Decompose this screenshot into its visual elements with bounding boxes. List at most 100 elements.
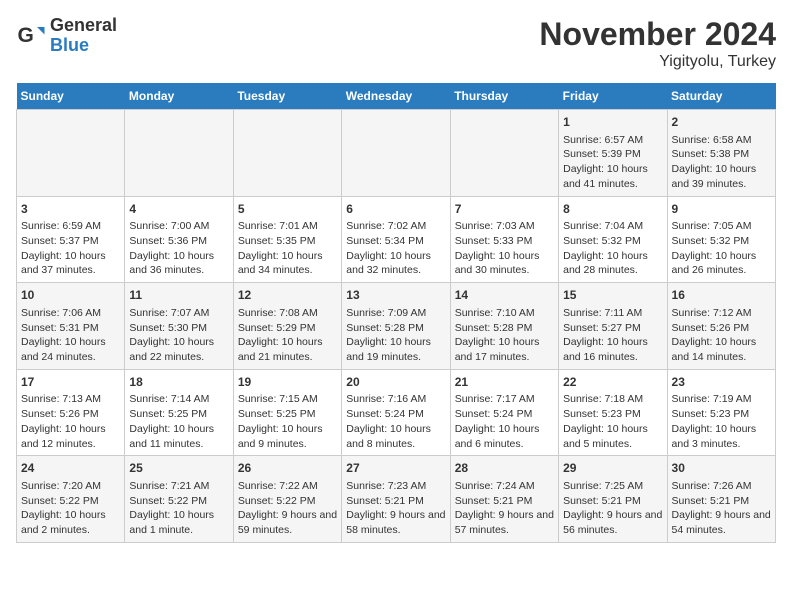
- day-info: Sunrise: 7:06 AM: [21, 306, 120, 321]
- calendar-cell: 26Sunrise: 7:22 AMSunset: 5:22 PMDayligh…: [233, 456, 341, 543]
- day-info: Daylight: 10 hours and 19 minutes.: [346, 335, 445, 364]
- calendar-cell: 15Sunrise: 7:11 AMSunset: 5:27 PMDayligh…: [559, 283, 667, 370]
- day-number: 2: [672, 114, 771, 131]
- calendar-cell: 25Sunrise: 7:21 AMSunset: 5:22 PMDayligh…: [125, 456, 233, 543]
- day-number: 16: [672, 287, 771, 304]
- calendar-cell: 18Sunrise: 7:14 AMSunset: 5:25 PMDayligh…: [125, 369, 233, 456]
- day-info: Daylight: 10 hours and 22 minutes.: [129, 335, 228, 364]
- day-info: Sunset: 5:30 PM: [129, 321, 228, 336]
- day-number: 7: [455, 201, 554, 218]
- day-info: Sunset: 5:34 PM: [346, 234, 445, 249]
- day-info: Sunset: 5:36 PM: [129, 234, 228, 249]
- day-number: 3: [21, 201, 120, 218]
- day-info: Sunrise: 7:23 AM: [346, 479, 445, 494]
- day-number: 18: [129, 374, 228, 391]
- day-info: Daylight: 10 hours and 32 minutes.: [346, 249, 445, 278]
- day-info: Daylight: 9 hours and 56 minutes.: [563, 508, 662, 537]
- day-info: Sunrise: 7:05 AM: [672, 219, 771, 234]
- day-info: Daylight: 10 hours and 9 minutes.: [238, 422, 337, 451]
- day-info: Sunrise: 6:59 AM: [21, 219, 120, 234]
- day-info: Sunset: 5:21 PM: [455, 494, 554, 509]
- day-info: Sunset: 5:23 PM: [563, 407, 662, 422]
- page-title: November 2024: [539, 16, 776, 53]
- day-info: Daylight: 10 hours and 34 minutes.: [238, 249, 337, 278]
- day-number: 28: [455, 460, 554, 477]
- day-info: Sunset: 5:33 PM: [455, 234, 554, 249]
- day-number: 15: [563, 287, 662, 304]
- calendar-cell: 12Sunrise: 7:08 AMSunset: 5:29 PMDayligh…: [233, 283, 341, 370]
- day-info: Daylight: 9 hours and 57 minutes.: [455, 508, 554, 537]
- day-number: 11: [129, 287, 228, 304]
- calendar-weekday: Sunday: [17, 83, 125, 110]
- day-info: Daylight: 10 hours and 28 minutes.: [563, 249, 662, 278]
- day-number: 25: [129, 460, 228, 477]
- day-info: Sunrise: 7:17 AM: [455, 392, 554, 407]
- day-info: Daylight: 10 hours and 39 minutes.: [672, 162, 771, 191]
- day-info: Sunset: 5:25 PM: [129, 407, 228, 422]
- day-number: 24: [21, 460, 120, 477]
- day-info: Sunset: 5:37 PM: [21, 234, 120, 249]
- day-info: Daylight: 10 hours and 26 minutes.: [672, 249, 771, 278]
- calendar-cell: 4Sunrise: 7:00 AMSunset: 5:36 PMDaylight…: [125, 196, 233, 283]
- day-info: Daylight: 10 hours and 36 minutes.: [129, 249, 228, 278]
- day-info: Sunset: 5:35 PM: [238, 234, 337, 249]
- calendar-cell: 22Sunrise: 7:18 AMSunset: 5:23 PMDayligh…: [559, 369, 667, 456]
- day-info: Sunrise: 7:13 AM: [21, 392, 120, 407]
- day-number: 29: [563, 460, 662, 477]
- day-number: 5: [238, 201, 337, 218]
- calendar-cell: 16Sunrise: 7:12 AMSunset: 5:26 PMDayligh…: [667, 283, 775, 370]
- day-info: Daylight: 10 hours and 21 minutes.: [238, 335, 337, 364]
- calendar-cell: 17Sunrise: 7:13 AMSunset: 5:26 PMDayligh…: [17, 369, 125, 456]
- calendar-cell: 10Sunrise: 7:06 AMSunset: 5:31 PMDayligh…: [17, 283, 125, 370]
- day-info: Sunset: 5:25 PM: [238, 407, 337, 422]
- day-info: Daylight: 10 hours and 37 minutes.: [21, 249, 120, 278]
- day-info: Sunrise: 7:03 AM: [455, 219, 554, 234]
- day-info: Sunrise: 7:08 AM: [238, 306, 337, 321]
- day-info: Sunrise: 7:11 AM: [563, 306, 662, 321]
- day-info: Daylight: 10 hours and 17 minutes.: [455, 335, 554, 364]
- day-info: Sunset: 5:21 PM: [672, 494, 771, 509]
- calendar-week-row: 24Sunrise: 7:20 AMSunset: 5:22 PMDayligh…: [17, 456, 776, 543]
- calendar-week-row: 1Sunrise: 6:57 AMSunset: 5:39 PMDaylight…: [17, 110, 776, 197]
- day-number: 8: [563, 201, 662, 218]
- day-info: Daylight: 10 hours and 41 minutes.: [563, 162, 662, 191]
- day-number: 19: [238, 374, 337, 391]
- calendar-cell: 1Sunrise: 6:57 AMSunset: 5:39 PMDaylight…: [559, 110, 667, 197]
- day-number: 13: [346, 287, 445, 304]
- day-number: 20: [346, 374, 445, 391]
- day-info: Sunrise: 7:25 AM: [563, 479, 662, 494]
- day-info: Sunrise: 7:09 AM: [346, 306, 445, 321]
- calendar-week-row: 10Sunrise: 7:06 AMSunset: 5:31 PMDayligh…: [17, 283, 776, 370]
- day-number: 27: [346, 460, 445, 477]
- day-info: Sunset: 5:28 PM: [346, 321, 445, 336]
- calendar-weekday: Tuesday: [233, 83, 341, 110]
- calendar-weekday: Wednesday: [342, 83, 450, 110]
- day-info: Sunset: 5:28 PM: [455, 321, 554, 336]
- logo-icon: G: [16, 21, 46, 51]
- day-number: 26: [238, 460, 337, 477]
- day-number: 9: [672, 201, 771, 218]
- day-info: Sunrise: 7:12 AM: [672, 306, 771, 321]
- day-info: Sunset: 5:32 PM: [672, 234, 771, 249]
- day-info: Sunrise: 7:26 AM: [672, 479, 771, 494]
- day-info: Sunset: 5:24 PM: [346, 407, 445, 422]
- day-info: Sunrise: 6:57 AM: [563, 133, 662, 148]
- day-number: 30: [672, 460, 771, 477]
- day-info: Sunrise: 7:19 AM: [672, 392, 771, 407]
- day-number: 14: [455, 287, 554, 304]
- day-number: 21: [455, 374, 554, 391]
- calendar-cell: 24Sunrise: 7:20 AMSunset: 5:22 PMDayligh…: [17, 456, 125, 543]
- day-info: Sunset: 5:31 PM: [21, 321, 120, 336]
- day-info: Sunrise: 7:14 AM: [129, 392, 228, 407]
- day-info: Sunrise: 7:01 AM: [238, 219, 337, 234]
- calendar-cell: [17, 110, 125, 197]
- day-info: Daylight: 10 hours and 12 minutes.: [21, 422, 120, 451]
- calendar-cell: 3Sunrise: 6:59 AMSunset: 5:37 PMDaylight…: [17, 196, 125, 283]
- day-info: Sunrise: 7:00 AM: [129, 219, 228, 234]
- calendar-cell: 6Sunrise: 7:02 AMSunset: 5:34 PMDaylight…: [342, 196, 450, 283]
- day-info: Sunrise: 7:07 AM: [129, 306, 228, 321]
- calendar-cell: [125, 110, 233, 197]
- logo-general: General: [50, 16, 117, 36]
- calendar-cell: 14Sunrise: 7:10 AMSunset: 5:28 PMDayligh…: [450, 283, 558, 370]
- day-info: Daylight: 10 hours and 3 minutes.: [672, 422, 771, 451]
